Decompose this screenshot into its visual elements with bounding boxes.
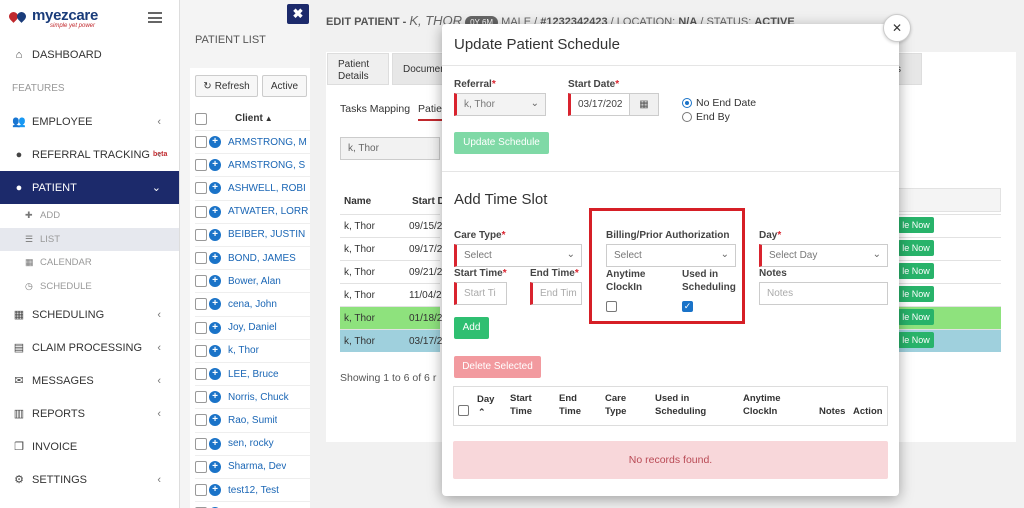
update-schedule-button[interactable]: Update Schedule bbox=[454, 132, 549, 154]
used-in-scheduling-checkbox[interactable]: ✓ bbox=[682, 301, 693, 312]
chevron-down-icon: ⌄ bbox=[566, 249, 575, 260]
time-slot-column-header: Anytime ClockIn bbox=[743, 393, 781, 417]
start-date-label: Start Date* bbox=[568, 79, 620, 90]
time-slot-column-header: Day bbox=[477, 394, 495, 405]
modal-section-divider bbox=[442, 171, 899, 172]
billing-value: Select bbox=[614, 250, 642, 261]
no-end-date-label: No End Date bbox=[696, 97, 757, 109]
referral-label: Referral* bbox=[454, 79, 496, 90]
billing-select[interactable]: Select ⌄ bbox=[606, 244, 736, 267]
modal-close-icon[interactable]: ✕ bbox=[883, 14, 911, 42]
used-in-scheduling-label: Used in Scheduling bbox=[682, 269, 736, 293]
care-type-value: Select bbox=[464, 250, 492, 261]
day-value: Select Day bbox=[769, 250, 818, 261]
calendar-icon[interactable]: ▦ bbox=[629, 93, 659, 116]
no-end-date-radio[interactable] bbox=[682, 98, 692, 108]
time-slot-select-all-checkbox[interactable] bbox=[458, 405, 469, 416]
no-records-message: No records found. bbox=[453, 441, 888, 479]
care-type-select[interactable]: Select ⌄ bbox=[454, 244, 582, 267]
referral-select[interactable]: k, Thor ⌄ bbox=[454, 93, 546, 116]
start-date-input[interactable]: 03/17/202 bbox=[568, 93, 630, 116]
add-time-slot-title: Add Time Slot bbox=[454, 191, 548, 208]
end-time-input[interactable]: End Tim bbox=[530, 282, 582, 305]
chevron-down-icon: ⌄ bbox=[872, 249, 881, 260]
end-time-label: End Time* bbox=[530, 268, 579, 279]
referral-select-value: k, Thor bbox=[464, 99, 495, 110]
time-slot-column-header: Care Type bbox=[605, 393, 627, 417]
end-by-radio[interactable] bbox=[682, 112, 692, 122]
notes-input[interactable]: Notes bbox=[759, 282, 888, 305]
time-slot-column-header: Notes bbox=[819, 406, 846, 417]
modal-title-divider bbox=[442, 65, 899, 66]
time-slot-column-header: Used in Scheduling bbox=[655, 393, 707, 417]
add-button[interactable]: Add bbox=[454, 317, 489, 339]
time-slot-column-header: Start Time bbox=[510, 393, 533, 417]
chevron-down-icon: ⌄ bbox=[720, 249, 729, 260]
day-select[interactable]: Select Day ⌄ bbox=[759, 244, 888, 267]
chevron-down-icon: ⌄ bbox=[530, 98, 539, 109]
notes-label: Notes bbox=[759, 268, 787, 279]
anytime-clockin-checkbox[interactable] bbox=[606, 301, 617, 312]
billing-label: Billing/Prior Authorization bbox=[606, 230, 730, 241]
time-slot-column-header: Action bbox=[853, 406, 883, 417]
time-slot-column-header: End Time bbox=[559, 393, 582, 417]
day-label: Day* bbox=[759, 230, 782, 241]
end-by-label: End By bbox=[696, 111, 730, 123]
anytime-clockin-label: Anytime ClockIn bbox=[606, 269, 646, 293]
sort-asc-icon: ⌃ bbox=[478, 407, 486, 417]
care-type-label: Care Type* bbox=[454, 230, 506, 241]
start-time-label: Start Time* bbox=[454, 268, 507, 279]
delete-selected-button[interactable]: Delete Selected bbox=[454, 356, 541, 378]
start-time-input[interactable]: Start Ti bbox=[454, 282, 507, 305]
modal-title: Update Patient Schedule bbox=[454, 36, 620, 53]
